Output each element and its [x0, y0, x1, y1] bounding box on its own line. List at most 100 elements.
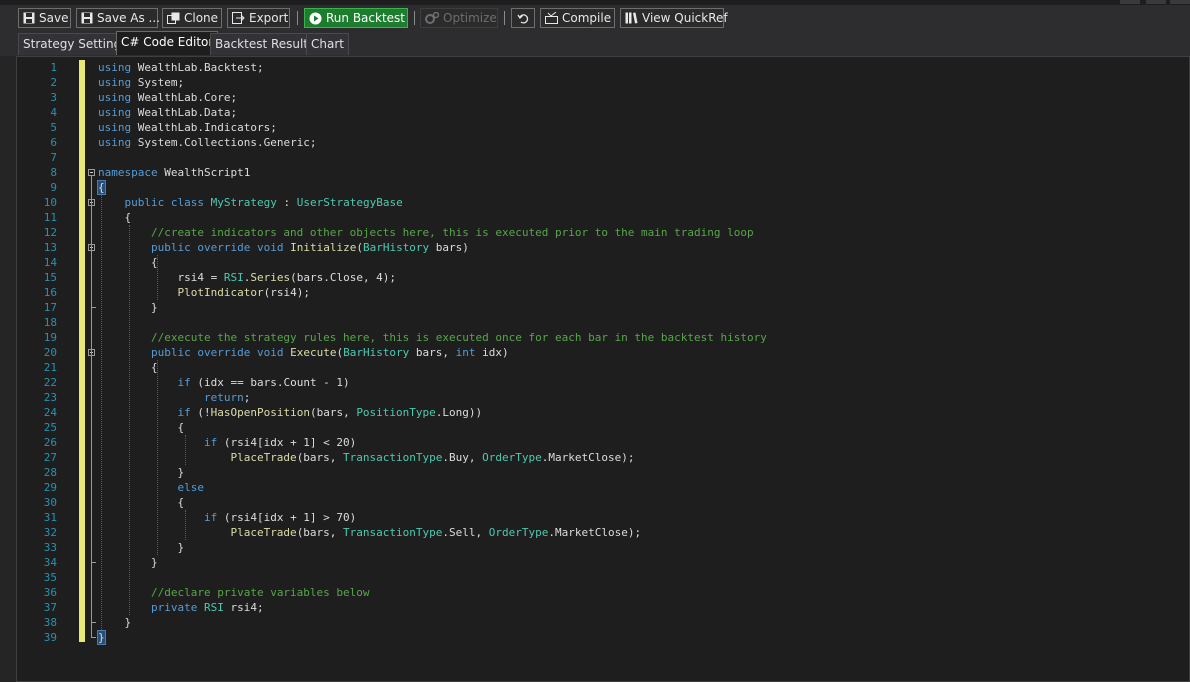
optimize-label: Optimize — [443, 11, 497, 25]
code-line: if (idx == bars.Count - 1) — [177, 376, 350, 389]
code-line: } — [98, 541, 185, 554]
export-icon — [232, 12, 245, 24]
line-number: 17 — [43, 301, 57, 314]
line-number: 23 — [43, 391, 57, 404]
close-icon[interactable] — [1170, 0, 1190, 4]
code-line: private RSI rsi4; — [150, 601, 264, 614]
code-line: using WealthLab.Indicators; — [98, 121, 277, 134]
line-number: 27 — [43, 451, 57, 464]
line-number: 5 — [50, 121, 57, 134]
code-line: //create indicators and other objects he… — [150, 226, 754, 239]
code-line: public class MyStrategy : UserStrategyBa… — [124, 196, 403, 209]
code-line: if (rsi4[idx + 1] > 70) — [203, 511, 357, 524]
line-number: 34 — [43, 556, 57, 569]
code-line: namespace WealthScript1 — [98, 166, 251, 179]
save-button[interactable]: Save — [18, 8, 71, 28]
line-number: 25 — [43, 421, 57, 434]
line-number: 31 — [43, 511, 57, 524]
code-line: //execute the strategy rules here, this … — [150, 331, 767, 344]
fold-end-marker — [91, 307, 96, 308]
line-number: 13 — [43, 241, 57, 254]
line-number: 2 — [50, 76, 57, 89]
code-line: using System.Collections.Generic; — [98, 136, 317, 149]
code-line: using WealthLab.Core; — [98, 91, 238, 104]
line-number: 10 — [43, 196, 57, 209]
compile-icon — [545, 12, 558, 24]
fold-end-marker — [91, 622, 96, 623]
view-quickref-button[interactable]: View QuickRef — [620, 8, 728, 28]
code-line: { — [98, 496, 185, 509]
line-number: 9 — [50, 181, 57, 194]
save-as-icon — [81, 12, 93, 24]
code-line: else — [177, 481, 204, 494]
tab-backtest-results[interactable]: Backtest Results — [210, 33, 320, 55]
code-line: { — [97, 180, 106, 195]
code-line: public override void Execute(BarHistory … — [150, 346, 509, 359]
line-number: 21 — [43, 361, 57, 374]
fold-end-marker — [91, 562, 96, 563]
books-icon — [625, 12, 638, 24]
code-editor[interactable]: 1 2 3 4 5 6 7 8 9 10 11 12 13 14 15 16 17 18 19 20 21 22 23 24 2… — [16, 56, 1190, 682]
change-indicator-bar — [79, 60, 85, 642]
save-label: Save — [39, 11, 69, 25]
maximize-icon[interactable] — [1146, 0, 1166, 4]
fold-toggle-icon[interactable] — [88, 169, 95, 176]
clone-icon — [167, 12, 180, 24]
line-number: 35 — [43, 571, 57, 584]
tab-code-editor[interactable]: C# Code Editor — [116, 31, 219, 55]
line-number: 36 — [43, 586, 57, 599]
line-number: 11 — [43, 211, 57, 224]
line-number: 8 — [50, 166, 57, 179]
code-line: return; — [203, 391, 251, 404]
gears-icon — [425, 12, 439, 24]
line-number: 28 — [43, 466, 57, 479]
undo-button[interactable] — [511, 8, 535, 28]
clone-label: Clone — [184, 11, 219, 25]
line-number: 39 — [43, 631, 57, 644]
code-line: public override void Initialize(BarHisto… — [150, 241, 469, 254]
compile-label: Compile — [562, 11, 612, 25]
line-number: 22 — [43, 376, 57, 389]
line-number: 14 — [43, 256, 57, 269]
line-number: 1 — [50, 61, 57, 74]
export-button[interactable]: Export — [227, 8, 290, 28]
line-number: 7 — [50, 151, 57, 164]
code-line: } — [98, 556, 158, 569]
code-line: //declare private variables below — [150, 586, 370, 599]
line-number: 6 — [50, 136, 57, 149]
code-line: if (rsi4[idx + 1] < 20) — [203, 436, 357, 449]
line-number: 32 — [43, 526, 57, 539]
save-as-label: Save As ... — [97, 11, 160, 25]
line-number: 24 — [43, 406, 57, 419]
code-line: } — [97, 630, 106, 645]
line-number: 12 — [43, 226, 57, 239]
line-number: 29 — [43, 481, 57, 494]
save-icon — [23, 12, 35, 24]
line-number: 18 — [43, 316, 57, 329]
code-line: { — [98, 211, 132, 224]
toolbar: Save Save As ... Clone Export Run Backte… — [0, 5, 1190, 31]
minimize-icon[interactable] — [1120, 0, 1140, 4]
optimize-button[interactable]: Optimize — [420, 8, 498, 28]
line-number: 33 — [43, 541, 57, 554]
code-line: } — [98, 466, 185, 479]
code-line: PlotIndicator(rsi4); — [177, 286, 310, 299]
line-number: 38 — [43, 616, 57, 629]
tab-chart[interactable]: Chart — [306, 33, 349, 55]
line-number: 20 — [43, 346, 57, 359]
fold-line — [91, 356, 92, 562]
clone-button[interactable]: Clone — [162, 8, 222, 28]
left-panel-edge — [0, 56, 16, 682]
run-backtest-button[interactable]: Run Backtest — [304, 8, 408, 28]
play-icon — [309, 12, 322, 24]
save-as-button[interactable]: Save As ... — [76, 8, 160, 28]
code-line: rsi4 = RSI.Series(bars.Close, 4); — [98, 271, 397, 284]
export-label: Export — [249, 11, 289, 25]
undo-icon — [517, 14, 529, 24]
fold-end-marker — [91, 637, 96, 638]
compile-button[interactable]: Compile — [540, 8, 615, 28]
line-number: 15 — [43, 271, 57, 284]
code-line: PlaceTrade(bars, TransactionType.Sell, O… — [230, 526, 642, 539]
code-line: using WealthLab.Backtest; — [98, 61, 264, 74]
toolbar-separator — [504, 11, 505, 25]
